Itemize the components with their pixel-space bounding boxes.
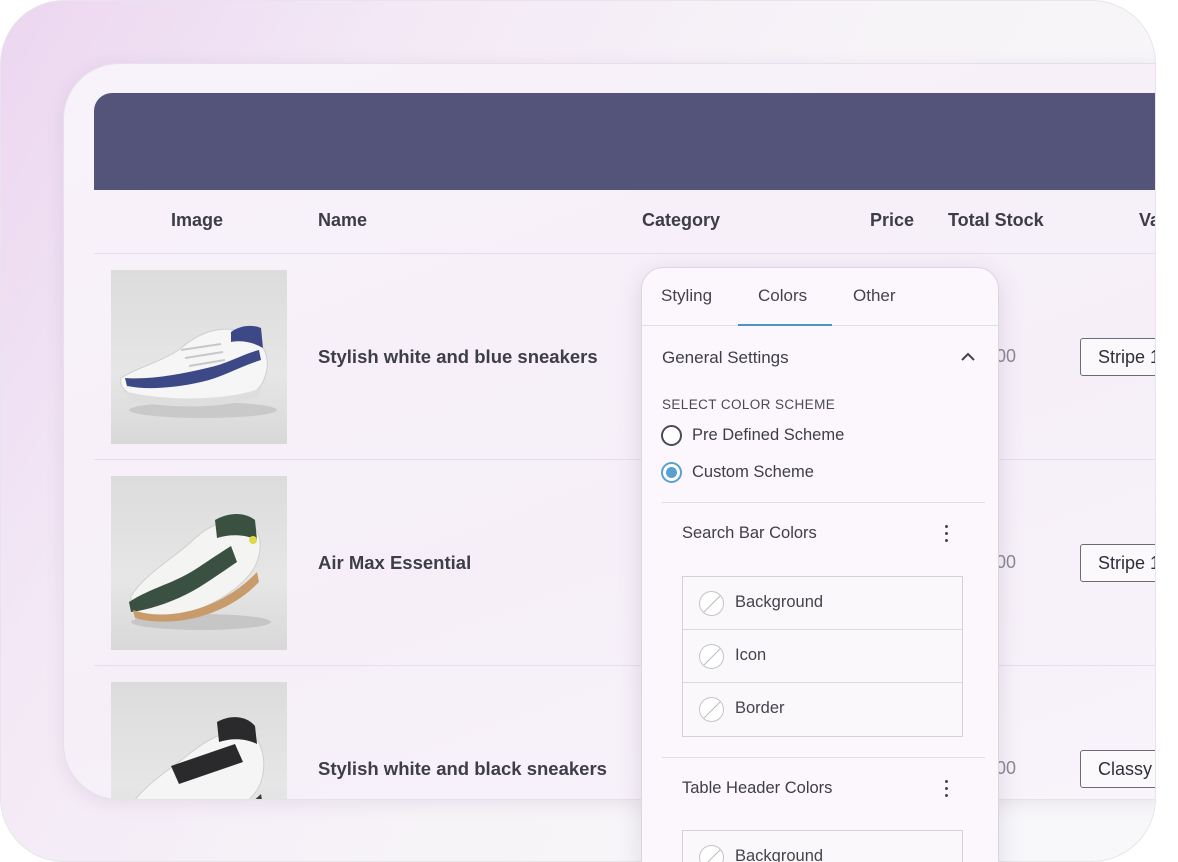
sneaker-image xyxy=(129,514,271,630)
radio-button[interactable] xyxy=(661,462,682,483)
divider xyxy=(662,502,985,503)
product-name[interactable]: Air Max Essential xyxy=(318,552,471,574)
radio-label: Custom Scheme xyxy=(692,463,814,481)
more-options-icon[interactable] xyxy=(942,523,952,545)
column-header-image[interactable]: Image xyxy=(171,210,223,231)
general-settings-header[interactable]: General Settings xyxy=(662,348,789,368)
empty-swatch-icon[interactable] xyxy=(699,591,724,616)
column-header-total-stock[interactable]: Total Stock xyxy=(948,210,1044,231)
product-image xyxy=(111,270,287,444)
empty-swatch-icon[interactable] xyxy=(699,697,724,722)
column-header-category[interactable]: Category xyxy=(642,210,720,231)
variant-button[interactable]: Stripe 1 xyxy=(1080,544,1155,582)
color-option-label: Border xyxy=(735,699,785,717)
variant-button[interactable]: Stripe 1 xyxy=(1080,338,1155,376)
color-option-background[interactable]: Background xyxy=(683,577,962,630)
color-option-label: Icon xyxy=(735,646,767,664)
sneaker-image xyxy=(120,325,277,418)
product-image xyxy=(111,476,287,650)
column-header-name[interactable]: Name xyxy=(318,210,367,231)
active-tab-indicator xyxy=(738,324,832,326)
tab-colors[interactable]: Colors xyxy=(758,286,807,306)
product-name[interactable]: Stylish white and blue sneakers xyxy=(318,346,598,368)
table-header-color-list: Background xyxy=(682,830,963,862)
color-option-label: Background xyxy=(735,847,824,862)
color-option-background[interactable]: Background xyxy=(683,831,962,862)
table-header-colors-title: Table Header Colors xyxy=(682,779,833,797)
price-cell: 00 xyxy=(996,346,1017,366)
radio-label: Pre Defined Scheme xyxy=(692,426,845,444)
product-name[interactable]: Stylish white and black sneakers xyxy=(318,758,607,780)
column-header-price[interactable]: Price xyxy=(870,210,914,231)
sneaker-image xyxy=(135,717,265,799)
divider xyxy=(662,757,985,758)
column-header-variants[interactable]: Va xyxy=(1139,210,1155,231)
color-option-border[interactable]: Border xyxy=(683,683,962,736)
radio-button[interactable] xyxy=(661,425,682,446)
tab-other[interactable]: Other xyxy=(853,286,896,306)
search-bar-colors-title: Search Bar Colors xyxy=(682,524,817,542)
chevron-up-icon[interactable] xyxy=(959,348,977,366)
table-header: Image Name Category Price Total Stock Va xyxy=(94,190,1155,254)
color-option-icon[interactable]: Icon xyxy=(683,630,962,683)
price-cell: 00 xyxy=(996,758,1017,778)
product-image xyxy=(111,682,287,799)
price-cell: 00 xyxy=(996,552,1017,572)
more-options-icon[interactable] xyxy=(942,778,952,800)
empty-swatch-icon[interactable] xyxy=(699,845,724,862)
panel-tabs: Styling Colors Other xyxy=(642,268,998,326)
search-bar-color-list: Background Icon Border xyxy=(682,576,963,737)
empty-swatch-icon[interactable] xyxy=(699,644,724,669)
variant-button[interactable]: Classy xyxy=(1080,750,1155,788)
tab-styling[interactable]: Styling xyxy=(661,286,712,306)
settings-panel: Styling Colors Other General Settings SE… xyxy=(641,267,999,862)
color-scheme-caption: SELECT COLOR SCHEME xyxy=(662,397,836,412)
color-option-label: Background xyxy=(735,593,824,611)
table-banner xyxy=(94,93,1155,190)
